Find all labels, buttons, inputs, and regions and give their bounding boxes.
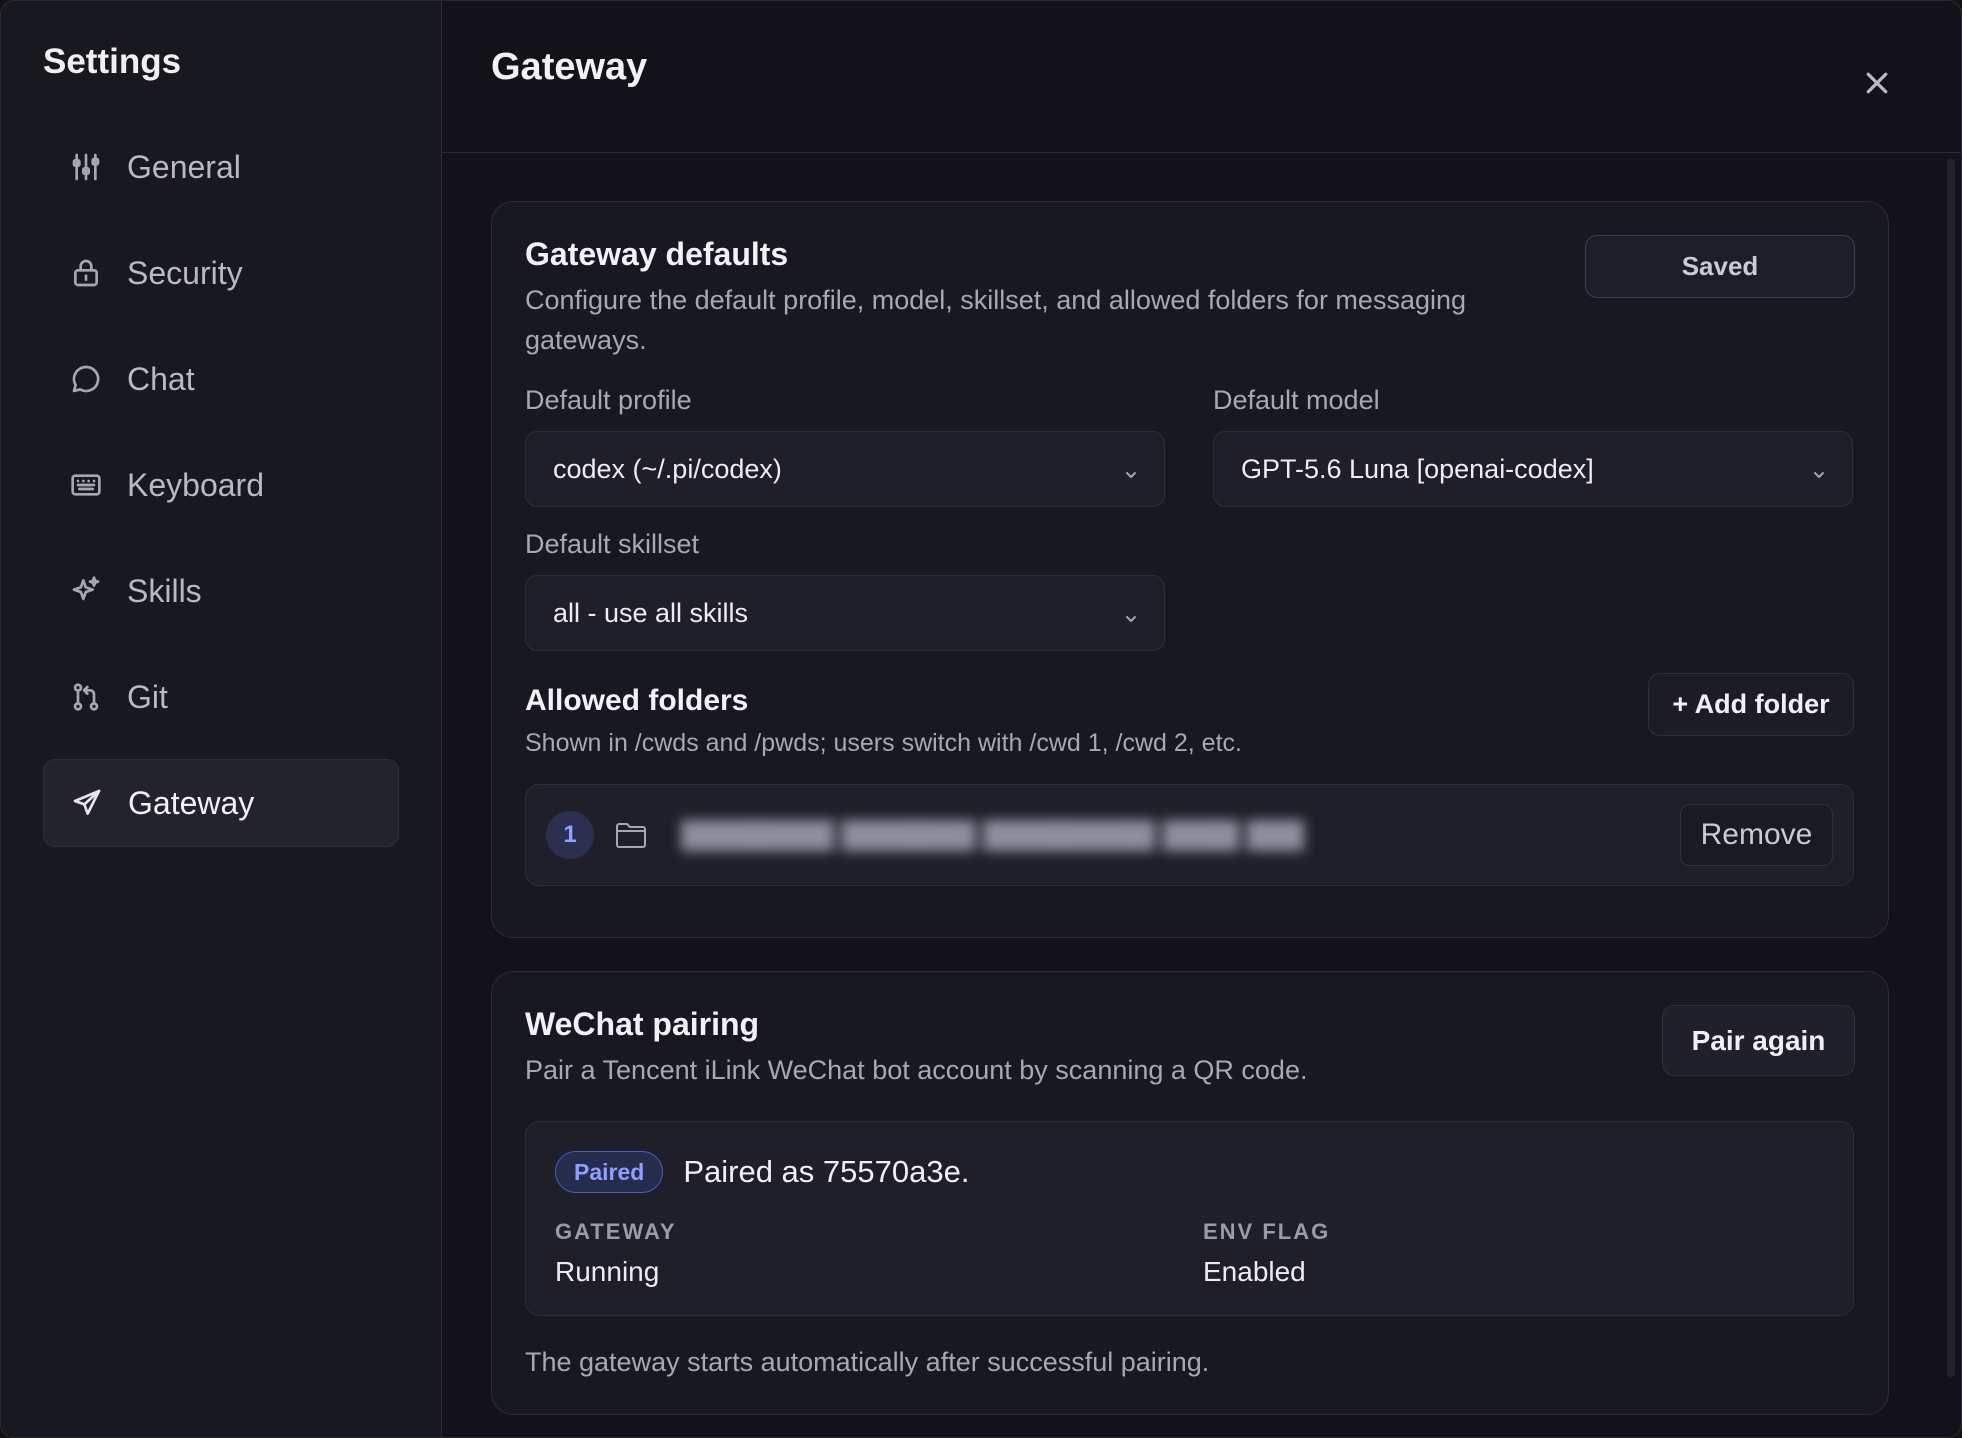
sidebar-item-git[interactable]: Git — [43, 653, 399, 741]
sidebar-item-label: General — [127, 148, 241, 185]
gateway-defaults-card: Gateway defaults Configure the default p… — [491, 201, 1889, 938]
pairing-status-box: Paired Paired as 75570a3e. GATEWAY Runni… — [525, 1121, 1854, 1316]
sidebar-item-general[interactable]: General — [43, 123, 399, 211]
close-icon — [1866, 72, 1888, 94]
default-profile-field: Default profile codex (~/.pi/codex) — [525, 380, 1165, 507]
sparkle-icon — [69, 574, 103, 608]
select-value: all - use all skills — [553, 597, 749, 628]
panel-header: Gateway — [442, 1, 1961, 153]
send-icon — [70, 786, 104, 820]
sidebar-item-label: Security — [127, 254, 243, 291]
sidebar-item-skills[interactable]: Skills — [43, 547, 399, 635]
chevron-down-icon — [1810, 460, 1828, 478]
default-model-select[interactable]: GPT-5.6 Luna [openai-codex] — [1213, 431, 1853, 507]
card-description: Pair a Tencent iLink WeChat bot account … — [525, 1055, 1308, 1085]
default-model-field: Default model GPT-5.6 Luna [openai-codex… — [1213, 380, 1853, 507]
status-badge: Paired — [555, 1151, 664, 1193]
remove-folder-button[interactable]: Remove — [1680, 804, 1833, 866]
card-description: Configure the default profile, model, sk… — [525, 285, 1467, 355]
page-title: Gateway — [491, 46, 648, 88]
status-line: Paired Paired as 75570a3e. — [555, 1150, 1853, 1194]
sidebar-item-label: Chat — [127, 360, 195, 397]
sidebar-item-chat[interactable]: Chat — [43, 335, 399, 423]
field-label: Default profile — [525, 385, 692, 415]
pair-again-button[interactable]: Pair again — [1662, 1005, 1855, 1076]
close-button[interactable] — [1859, 65, 1895, 101]
settings-content: Gateway defaults Configure the default p… — [491, 201, 1889, 1415]
wechat-pairing-card: WeChat pairing Pair a Tencent iLink WeCh… — [491, 971, 1889, 1415]
folder-row: 1 ████████ ███████ █████████ ████ ███ Re… — [525, 784, 1854, 886]
footnote: The gateway starts automatically after s… — [525, 1347, 1210, 1377]
env-flag-status: ENV FLAG Enabled — [1203, 1216, 1851, 1292]
main-panel: Gateway Gateway defaults Configure the d… — [442, 1, 1961, 1437]
gateway-status: GATEWAY Running — [555, 1216, 1203, 1292]
field-label: Default skillset — [525, 529, 700, 559]
keyboard-icon — [69, 468, 103, 502]
env-flag-value: Enabled — [1203, 1256, 1306, 1287]
chevron-down-icon — [1122, 460, 1140, 478]
settings-window: Settings General Security Chat Keyboard — [0, 0, 1962, 1438]
add-folder-button[interactable]: + Add folder — [1648, 673, 1854, 736]
sidebar-item-label: Git — [127, 678, 168, 715]
env-flag-label: ENV FLAG — [1203, 1219, 1331, 1244]
select-value: codex (~/.pi/codex) — [553, 453, 782, 484]
folder-icon — [615, 818, 649, 852]
gateway-label: GATEWAY — [555, 1219, 677, 1244]
default-skillset-select[interactable]: all - use all skills — [525, 575, 1165, 651]
sidebar-item-label: Skills — [127, 572, 202, 609]
sidebar-item-security[interactable]: Security — [43, 229, 399, 317]
sidebar-item-gateway[interactable]: Gateway — [43, 759, 399, 847]
sidebar-title: Settings — [43, 42, 182, 81]
chevron-down-icon — [1122, 604, 1140, 622]
sliders-icon — [69, 150, 103, 184]
sidebar-item-keyboard[interactable]: Keyboard — [43, 441, 399, 529]
allowed-folders-section: Allowed folders Shown in /cwds and /pwds… — [525, 673, 1854, 886]
folder-index-badge: 1 — [546, 811, 594, 859]
profile-model-row: Default profile codex (~/.pi/codex) Defa… — [525, 380, 1854, 507]
paired-as-text: Paired as 75570a3e. — [683, 1154, 970, 1189]
sidebar-item-label: Keyboard — [127, 466, 264, 503]
sidebar: Settings General Security Chat Keyboard — [1, 1, 442, 1437]
git-icon — [69, 680, 103, 714]
scrollbar[interactable] — [1947, 159, 1955, 1377]
status-details: GATEWAY Running ENV FLAG Enabled — [555, 1216, 1853, 1292]
folder-path-redacted: ████████ ███████ █████████ ████ ███ — [681, 819, 1305, 850]
select-value: GPT-5.6 Luna [openai-codex] — [1241, 453, 1594, 484]
sidebar-item-label: Gateway — [128, 784, 255, 821]
chat-bubble-icon — [69, 362, 103, 396]
lock-icon — [69, 256, 103, 290]
card-title: WeChat pairing — [525, 1006, 760, 1042]
gateway-value: Running — [555, 1256, 660, 1287]
saved-button[interactable]: Saved — [1585, 235, 1855, 298]
field-label: Default model — [1213, 385, 1380, 415]
default-profile-select[interactable]: codex (~/.pi/codex) — [525, 431, 1165, 507]
default-skillset-field: Default skillset all - use all skills — [525, 524, 1165, 651]
